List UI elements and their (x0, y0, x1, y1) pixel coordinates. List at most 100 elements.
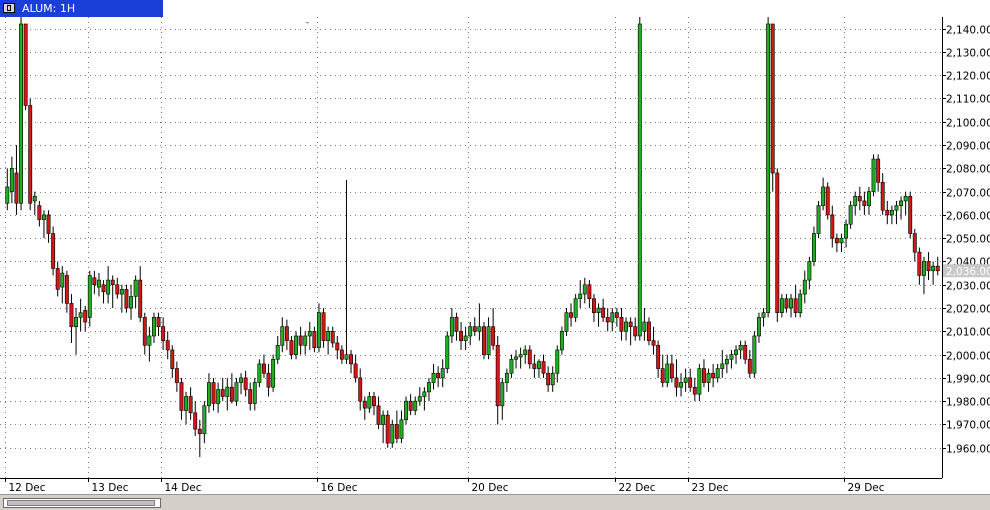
candle-down (793, 298, 798, 313)
candle-up (5, 186, 10, 204)
candle-down (124, 289, 129, 309)
candle-up (87, 275, 92, 318)
candle-down (335, 342, 340, 351)
candle-up (729, 354, 734, 360)
candle-down (188, 396, 193, 414)
price-tick-label: 2,060.00 (946, 211, 990, 223)
candle-up (271, 358, 276, 388)
candle-down (229, 386, 234, 402)
candle-down (142, 317, 147, 346)
time-tick-label: 12 Dec (9, 482, 46, 494)
candle-down (674, 377, 679, 388)
candle-down (619, 317, 624, 332)
last-price-label: 2,036.00 (946, 266, 990, 278)
candle-up (889, 209, 894, 216)
chart-window-icon[interactable] (3, 3, 15, 13)
candle-down (651, 340, 656, 346)
candle-up (449, 317, 454, 337)
candle-up (216, 389, 221, 404)
candle-up (624, 321, 628, 332)
candle-up (417, 396, 422, 402)
candle-down (491, 326, 496, 346)
last-price-marker: 2,036.00 (943, 264, 990, 278)
time-tick-label: 20 Dec (472, 482, 509, 494)
candle-down (472, 326, 477, 332)
candle-up (559, 331, 564, 351)
candle-down (179, 382, 184, 411)
candle-up (761, 312, 766, 318)
candle-down (83, 310, 88, 323)
candle-up (317, 312, 321, 348)
time-tick-label: 16 Dec (321, 482, 358, 494)
candle-down (743, 344, 748, 360)
candle-up (899, 200, 903, 206)
price-chart[interactable]: 2,140.00 2,130.00 2,120.00 2,110.00 2,100.00… (0, 17, 990, 494)
candle-up (578, 293, 583, 300)
candle-up (697, 368, 702, 395)
candle-up (555, 349, 560, 374)
price-tick-label: 2,110.00 (946, 94, 990, 106)
candle-up (871, 158, 876, 192)
candle-down (14, 172, 19, 204)
candle-up (367, 396, 372, 409)
candle-down (633, 326, 638, 337)
candle-up (344, 354, 349, 360)
price-tick-label: 2,100.00 (946, 118, 990, 130)
candle-up (234, 382, 239, 402)
candle-down (165, 340, 170, 351)
candle-up (303, 335, 308, 346)
candle-down (601, 307, 606, 318)
candle-down (546, 372, 551, 386)
candle-down (262, 363, 266, 374)
candle-down (115, 284, 120, 295)
candle-down (436, 372, 441, 379)
candle-up (802, 279, 807, 295)
candle-down (876, 158, 881, 183)
candle-down (37, 205, 42, 220)
candle-up (922, 261, 926, 276)
candle-up (252, 382, 257, 404)
candle-up (537, 361, 541, 369)
candle-down (248, 389, 253, 404)
candle-down (912, 233, 917, 253)
candle-down (298, 335, 303, 346)
candle-down (770, 23, 775, 174)
candle-up (97, 279, 101, 288)
candle-up (239, 377, 243, 383)
candle-up (720, 363, 725, 369)
horizontal-gridlines (0, 29, 942, 449)
candle-up (326, 331, 331, 341)
candle-up (257, 363, 262, 383)
candle-up (853, 195, 858, 206)
window-tab[interactable]: ALUM: 1H (0, 0, 163, 17)
price-tick-label: 1,960.00 (946, 444, 990, 456)
horizontal-scrollbar[interactable] (0, 494, 990, 510)
price-axis: 2,140.00 2,130.00 2,120.00 2,110.00 2,100.00… (942, 25, 990, 456)
candle-up (468, 326, 473, 337)
candle-up (848, 205, 853, 225)
price-tick-label: 1,990.00 (946, 374, 990, 386)
candle-up (665, 363, 670, 383)
candle-up (812, 233, 816, 262)
candle-down (385, 414, 390, 444)
candle-down (330, 331, 335, 344)
price-tick-label: 2,120.00 (946, 71, 990, 83)
candle-down (353, 363, 358, 379)
candle-up (119, 289, 124, 295)
window-title: ALUM: 1H (22, 2, 76, 15)
candle-down (830, 214, 835, 239)
scrollbar-thumb[interactable] (7, 500, 155, 506)
price-tick-label: 2,020.00 (946, 304, 990, 316)
candle-up (582, 284, 587, 295)
candle-down (64, 275, 69, 304)
candle-up (294, 335, 298, 355)
candle-up (42, 214, 46, 220)
candle-down (51, 233, 56, 269)
candle-down (289, 340, 294, 355)
time-tick-label: 14 Dec (165, 482, 202, 494)
time-tick-label: 22 Dec (619, 482, 656, 494)
candle-up (202, 405, 207, 435)
candle-up (445, 335, 450, 369)
candle-up (431, 372, 436, 383)
candle-down (156, 317, 161, 327)
